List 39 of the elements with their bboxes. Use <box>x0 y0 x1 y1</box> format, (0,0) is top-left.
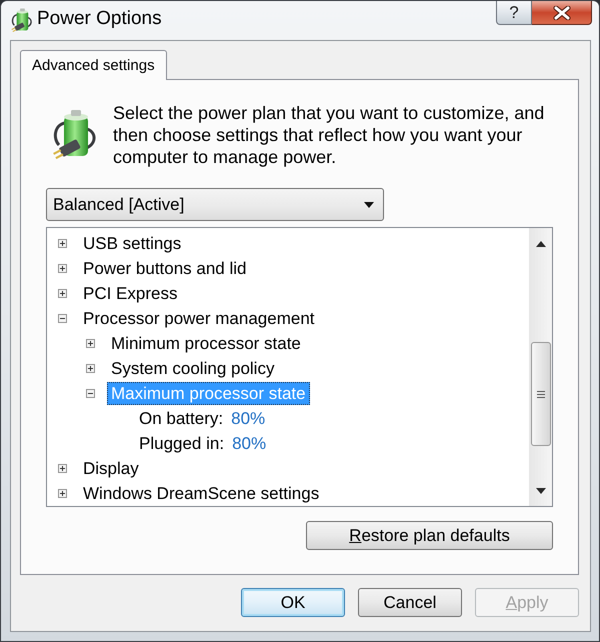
tree-item[interactable]: Minimum processor state <box>107 332 305 355</box>
dialog-button[interactable]: Cancel <box>358 588 462 617</box>
minus-icon[interactable] <box>86 389 95 398</box>
battery-plug-icon <box>10 7 33 33</box>
description-text: Select the power plan that you want to customize, and then choose settings that reflect how you want your computer to manage power. <box>113 102 546 168</box>
setting-value-link[interactable]: 80% <box>231 408 266 429</box>
dialog-button: Apply <box>475 588 579 617</box>
plus-icon[interactable] <box>58 289 67 298</box>
caret-up-icon[interactable] <box>536 241 546 247</box>
setting-label[interactable]: On battery: <box>135 407 228 430</box>
tree-item[interactable]: System cooling policy <box>107 357 278 380</box>
caret-down-icon[interactable] <box>536 488 546 494</box>
setting-value-link[interactable]: 80% <box>232 433 266 454</box>
plus-icon[interactable] <box>86 339 95 348</box>
help-button[interactable]: ? <box>496 1 532 25</box>
plus-icon[interactable] <box>58 489 67 498</box>
caret-down-icon <box>364 202 374 208</box>
grip-icon <box>536 390 544 398</box>
dialog-button[interactable]: OK <box>241 588 345 617</box>
close-button[interactable] <box>532 1 592 25</box>
plus-icon[interactable] <box>58 264 67 273</box>
scrollbar[interactable] <box>529 228 552 506</box>
plan-dropdown[interactable]: Balanced [Active] <box>46 188 384 221</box>
plus-icon[interactable] <box>58 464 67 473</box>
setting-label[interactable]: Plugged in: <box>135 432 228 455</box>
tree-item[interactable]: USB settings <box>79 232 186 255</box>
scroll-thumb[interactable] <box>530 342 550 446</box>
tab[interactable]: Advanced settings <box>20 50 167 80</box>
close-icon <box>552 6 570 20</box>
restore-defaults-button[interactable]: Restore plan defaults <box>306 521 553 550</box>
minus-icon[interactable] <box>58 314 67 323</box>
plus-icon[interactable] <box>58 239 67 248</box>
plus-icon[interactable] <box>86 364 95 373</box>
window-title: Power Options <box>37 7 162 31</box>
tree-item[interactable]: Power buttons and lid <box>79 257 250 280</box>
tree-item[interactable]: Windows DreamScene settings <box>79 482 324 505</box>
tree-item[interactable]: PCI Express <box>79 282 182 305</box>
tree-item[interactable]: Processor power management <box>79 307 319 330</box>
tree-item[interactable]: Display <box>79 457 143 480</box>
